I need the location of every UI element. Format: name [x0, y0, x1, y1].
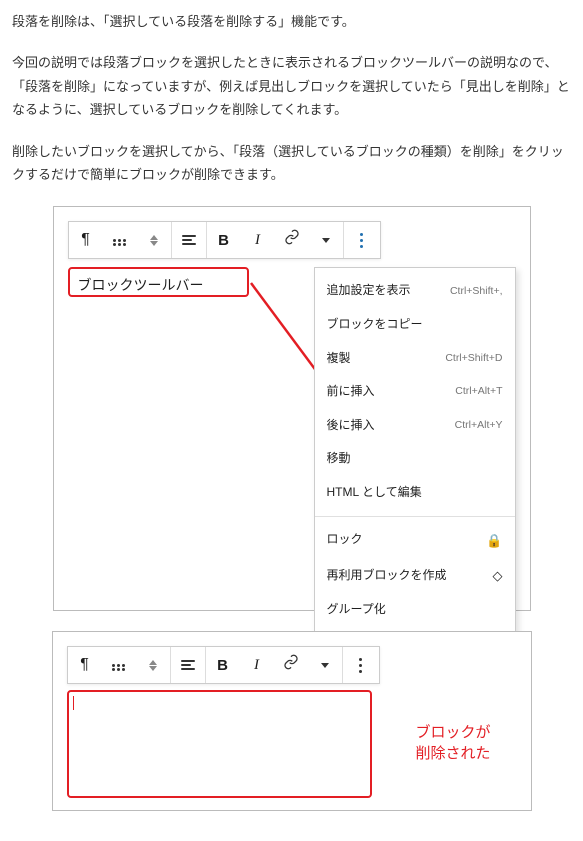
- bold-icon: B: [217, 652, 228, 679]
- more-dots-icon: [359, 658, 362, 673]
- bold-button[interactable]: B: [206, 647, 240, 683]
- align-icon: [181, 660, 195, 670]
- chevron-down-icon: [322, 238, 330, 243]
- italic-button[interactable]: I: [240, 647, 274, 683]
- deleted-line-1: ブロックが: [415, 722, 490, 743]
- drag-handle-icon-row2: [113, 243, 126, 246]
- pilcrow-icon: ¶: [81, 226, 90, 255]
- chevron-down-icon: [321, 663, 329, 668]
- menu-item-insert-after[interactable]: 後に挿入Ctrl+Alt+Y: [315, 409, 515, 443]
- italic-button[interactable]: I: [241, 222, 275, 258]
- link-button[interactable]: [274, 647, 308, 683]
- align-button[interactable]: [171, 647, 205, 683]
- menu-item-copy-block[interactable]: ブロックをコピー: [315, 308, 515, 342]
- align-icon: [182, 235, 196, 245]
- drag-handle-icon: [113, 239, 126, 242]
- empty-block-highlight: [67, 690, 372, 798]
- toolbar-label-box: ブロックツールバー: [68, 267, 249, 297]
- more-formatting-button[interactable]: [308, 647, 342, 683]
- link-icon: [284, 228, 300, 253]
- screenshot-2-container: ¶ B I ブロックが 削除された: [12, 631, 571, 811]
- menu-item-move[interactable]: 移動: [315, 442, 515, 476]
- link-icon: [283, 653, 299, 678]
- move-up-down-button[interactable]: [137, 222, 171, 258]
- toolbar-label-text: ブロックツールバー: [78, 277, 204, 293]
- drag-handle-icon: [112, 664, 125, 667]
- italic-icon: I: [255, 227, 260, 254]
- more-options-button[interactable]: [343, 647, 379, 683]
- screenshot-1-container: ¶ B I ブロックツールバー: [12, 206, 571, 611]
- block-toolbar-2: ¶ B I: [67, 646, 380, 684]
- intro-paragraph-1: 段落を削除は、「選択している段落を削除する」機能です。: [12, 10, 571, 33]
- align-button[interactable]: [172, 222, 206, 258]
- lock-icon: 🔒: [486, 529, 502, 552]
- more-formatting-button[interactable]: [309, 222, 343, 258]
- deleted-line-2: 削除された: [415, 743, 490, 764]
- bold-button[interactable]: B: [207, 222, 241, 258]
- more-dots-icon: [360, 233, 363, 248]
- block-toolbar: ¶ B I: [68, 221, 381, 259]
- pilcrow-icon: ¶: [80, 651, 89, 680]
- block-options-dropdown: 追加設定を表示Ctrl+Shift+, ブロックをコピー 複製Ctrl+Shif…: [314, 267, 516, 682]
- italic-icon: I: [254, 652, 259, 679]
- menu-item-insert-before[interactable]: 前に挿入Ctrl+Alt+T: [315, 375, 515, 409]
- menu-item-create-reusable[interactable]: 再利用ブロックを作成◇: [315, 558, 515, 593]
- menu-item-edit-html[interactable]: HTML として編集: [315, 476, 515, 510]
- diamond-icon: ◇: [493, 564, 503, 587]
- move-up-down-icon: [150, 235, 158, 246]
- bold-icon: B: [218, 227, 229, 254]
- more-options-button[interactable]: [344, 222, 380, 258]
- move-up-down-icon: [149, 660, 157, 671]
- screenshot-2: ¶ B I ブロックが 削除された: [52, 631, 532, 811]
- link-button[interactable]: [275, 222, 309, 258]
- intro-paragraph-3: 削除したいブロックを選択してから、「段落（選択しているブロックの種類）を削除」を…: [12, 140, 571, 187]
- menu-item-additional-settings[interactable]: 追加設定を表示Ctrl+Shift+,: [315, 274, 515, 308]
- deleted-annotation: ブロックが 削除された: [415, 722, 490, 764]
- paragraph-type-button[interactable]: ¶: [68, 647, 102, 683]
- screenshot-1: ¶ B I ブロックツールバー: [53, 206, 531, 611]
- drag-handle-button[interactable]: [103, 222, 137, 258]
- move-up-down-button[interactable]: [136, 647, 170, 683]
- dropdown-section-2: ロック🔒 再利用ブロックを作成◇ グループ化: [315, 517, 515, 634]
- drag-handle-icon-row2: [112, 668, 125, 671]
- text-cursor: [73, 696, 74, 710]
- menu-item-group[interactable]: グループ化: [315, 593, 515, 627]
- paragraph-type-button[interactable]: ¶: [69, 222, 103, 258]
- intro-paragraph-2: 今回の説明では段落ブロックを選択したときに表示されるブロックツールバーの説明なの…: [12, 51, 571, 121]
- dropdown-section-1: 追加設定を表示Ctrl+Shift+, ブロックをコピー 複製Ctrl+Shif…: [315, 268, 515, 516]
- drag-handle-button[interactable]: [102, 647, 136, 683]
- menu-item-lock[interactable]: ロック🔒: [315, 523, 515, 558]
- menu-item-duplicate[interactable]: 複製Ctrl+Shift+D: [315, 342, 515, 376]
